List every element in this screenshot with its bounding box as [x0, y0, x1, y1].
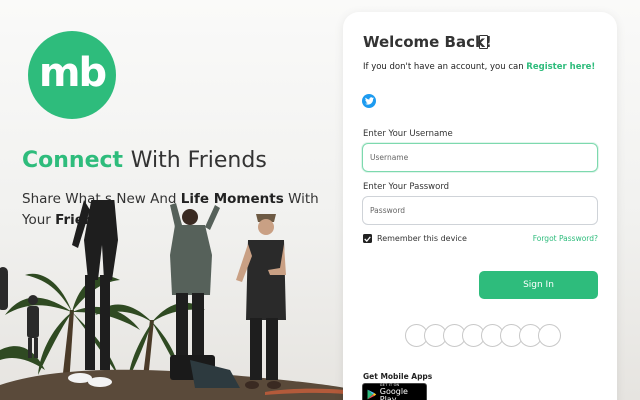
twitter-icon[interactable] [362, 94, 376, 108]
remember-checkbox[interactable] [363, 234, 372, 243]
login-card: Welcome Back! If you don't have an accou… [343, 12, 617, 400]
password-label: Enter Your Password [363, 182, 450, 192]
headline-rest: With Friends [130, 148, 267, 173]
remember-label: Remember this device [377, 234, 467, 243]
username-input[interactable] [362, 143, 598, 172]
hero-headline: Connect With Friends [22, 148, 267, 173]
headline-accent: Connect [22, 148, 124, 173]
google-play-badge[interactable]: GET IT ON Google Play [362, 383, 427, 400]
mobile-apps-title: Get Mobile Apps [363, 372, 433, 381]
google-play-text: GET IT ON Google Play [379, 383, 426, 400]
wave-emoji-icon [479, 35, 488, 49]
person-silhouette [170, 203, 240, 388]
google-play-icon [367, 389, 377, 399]
checkmark-icon [364, 235, 371, 242]
register-prompt: If you don't have an account, you can [363, 62, 524, 72]
register-prompt-line: If you don't have an account, you can Re… [363, 62, 595, 72]
social-login-circles [405, 324, 565, 348]
social-login-circle[interactable] [538, 324, 561, 347]
username-label: Enter Your Username [363, 129, 453, 139]
person-silhouette [236, 214, 286, 389]
person-silhouette [0, 267, 39, 358]
brand-logo: mb [28, 31, 116, 119]
sign-in-button[interactable]: Sign In [479, 271, 598, 299]
hero-photo [0, 200, 345, 400]
gplay-big-text: Google Play [379, 387, 408, 400]
twitter-bird-glyph [364, 97, 374, 105]
remember-device-row[interactable]: Remember this device [363, 234, 467, 243]
register-link[interactable]: Register here! [526, 62, 595, 72]
forgot-password-link[interactable]: Forgot Password? [533, 234, 598, 243]
welcome-title: Welcome Back! [363, 33, 492, 51]
logo-text: mb [38, 50, 107, 96]
password-input[interactable] [362, 196, 598, 225]
